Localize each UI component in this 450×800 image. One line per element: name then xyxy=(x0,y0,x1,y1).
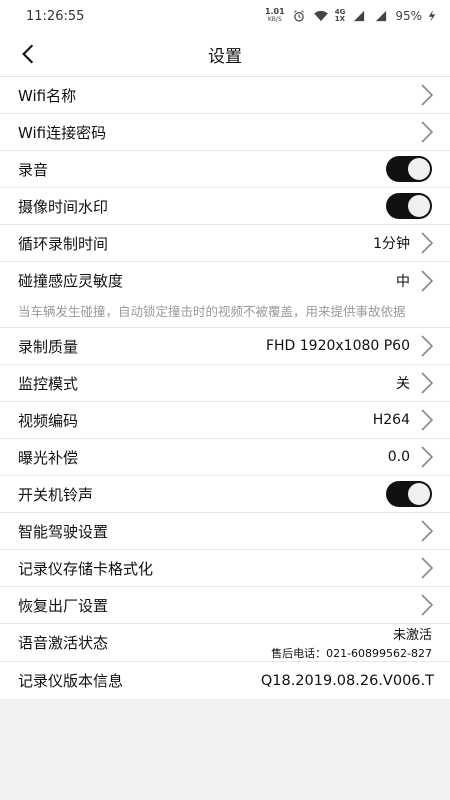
setting-value: FHD 1920x1080 P60 xyxy=(265,338,410,354)
collision-note: 当车辆发生碰撞，自动锁定撞击时的视频不被覆盖，用来提供事故依据 xyxy=(0,299,450,328)
toggle-knob xyxy=(408,158,430,180)
setting-right xyxy=(420,84,434,106)
setting-value: 1分钟 xyxy=(373,236,410,252)
network-speed-unit: KB/S xyxy=(267,16,282,23)
service-phone: 售后电话：021-60899562-827 xyxy=(271,647,432,660)
setting-collision-sensitivity[interactable]: 碰撞感应灵敏度 中 xyxy=(0,262,450,299)
setting-time-watermark: 摄像时间水印 xyxy=(0,188,450,225)
chevron-right-icon xyxy=(421,372,434,394)
chevron-right-icon xyxy=(421,84,434,106)
settings-list: Wifi名称 Wifi连接密码 录音 摄像时间水印 循环录制时间 1分钟 碰撞感… xyxy=(0,77,450,699)
setting-label: 录音 xyxy=(18,160,49,179)
setting-label: 记录仪版本信息 xyxy=(18,672,124,690)
setting-right: FHD 1920x1080 P60 xyxy=(266,335,434,357)
setting-smart-driving[interactable]: 智能驾驶设置 xyxy=(0,513,450,550)
setting-wifi-password[interactable]: Wifi连接密码 xyxy=(0,114,450,151)
setting-label: Wifi连接密码 xyxy=(18,123,107,142)
setting-right xyxy=(420,121,434,143)
status-bar: 11:26:55 1.01 KB/S 4G 1X 95% xyxy=(0,0,450,32)
setting-label: 语音激活状态 xyxy=(18,634,109,652)
setting-right xyxy=(420,557,434,579)
setting-right: 关 xyxy=(396,372,434,394)
setting-label: 开关机铃声 xyxy=(18,485,94,504)
power-sound-toggle[interactable] xyxy=(386,481,432,507)
battery-percent: 95% xyxy=(395,9,422,23)
status-icons: 1.01 KB/S 4G 1X 95% xyxy=(265,8,436,24)
audio-record-toggle[interactable] xyxy=(386,156,432,182)
page-title: 设置 xyxy=(208,46,242,67)
setting-value: 0.0 xyxy=(387,449,410,465)
setting-voice-activation[interactable]: 语音激活状态 未激活 售后电话：021-60899562-827 xyxy=(0,624,450,662)
chevron-right-icon xyxy=(421,335,434,357)
network-type: 4G 1X xyxy=(335,9,346,23)
chevron-right-icon xyxy=(421,232,434,254)
setting-power-sound: 开关机铃声 xyxy=(0,476,450,513)
setting-format-sd[interactable]: 记录仪存储卡格式化 xyxy=(0,550,450,587)
time-watermark-toggle[interactable] xyxy=(386,193,432,219)
setting-label: 智能驾驶设置 xyxy=(18,522,109,541)
setting-label: 碰撞感应灵敏度 xyxy=(18,272,124,290)
cell-signal-icon xyxy=(354,10,365,22)
setting-loop-record[interactable]: 循环录制时间 1分钟 xyxy=(0,225,450,262)
setting-value: H264 xyxy=(372,412,410,428)
alarm-icon xyxy=(293,10,304,22)
setting-label: Wifi名称 xyxy=(18,86,77,105)
setting-label: 摄像时间水印 xyxy=(18,197,109,216)
version-value: Q18.2019.08.26.V006.T xyxy=(260,672,434,689)
setting-right: 中 xyxy=(396,269,434,292)
network-speed: 1.01 KB/S xyxy=(265,8,285,24)
setting-right xyxy=(420,520,434,542)
chevron-right-icon xyxy=(421,520,434,542)
wifi-icon xyxy=(313,10,328,22)
toggle-knob xyxy=(408,195,430,217)
setting-monitor-mode[interactable]: 监控模式 关 xyxy=(0,365,450,402)
setting-video-codec[interactable]: 视频编码 H264 xyxy=(0,402,450,439)
network-speed-value: 1.01 xyxy=(264,7,285,16)
setting-right: H264 xyxy=(373,409,434,431)
setting-label: 曝光补偿 xyxy=(18,448,79,467)
setting-factory-reset[interactable]: 恢复出厂设置 xyxy=(0,587,450,624)
setting-version: 记录仪版本信息 Q18.2019.08.26.V006.T xyxy=(0,662,450,699)
setting-label: 录制质量 xyxy=(18,337,79,356)
chevron-right-icon xyxy=(421,594,434,616)
setting-audio-record: 录音 xyxy=(0,151,450,188)
title-bar: 设置 xyxy=(0,32,450,77)
chevron-right-icon xyxy=(421,409,434,431)
chevron-right-icon xyxy=(421,557,434,579)
status-time: 11:26:55 xyxy=(26,8,85,24)
setting-right: 0.0 xyxy=(388,446,434,468)
setting-value: 关 xyxy=(396,376,410,392)
setting-value: 中 xyxy=(396,273,410,290)
chevron-right-icon xyxy=(421,446,434,468)
charging-icon xyxy=(428,10,436,22)
voice-activation-status: 未激活 xyxy=(392,628,432,643)
back-arrow-icon xyxy=(22,44,34,64)
setting-wifi-name[interactable]: Wifi名称 xyxy=(0,77,450,114)
toggle-knob xyxy=(408,483,430,505)
setting-label: 恢复出厂设置 xyxy=(18,596,109,615)
chevron-right-icon xyxy=(421,269,434,292)
setting-record-quality[interactable]: 录制质量 FHD 1920x1080 P60 xyxy=(0,328,450,365)
setting-exposure[interactable]: 曝光补偿 0.0 xyxy=(0,439,450,476)
setting-label: 监控模式 xyxy=(18,374,79,393)
setting-right: 1分钟 xyxy=(373,232,434,254)
setting-right xyxy=(420,594,434,616)
chevron-right-icon xyxy=(421,121,434,143)
voice-activation-info: 未激活 售后电话：021-60899562-827 xyxy=(271,624,432,661)
setting-label: 循环录制时间 xyxy=(18,234,109,253)
setting-label: 记录仪存储卡格式化 xyxy=(18,559,154,578)
setting-label: 视频编码 xyxy=(18,411,79,430)
back-button[interactable] xyxy=(12,38,44,70)
setting-right: Q18.2019.08.26.V006.T xyxy=(261,673,434,689)
network-type-bottom: 1X xyxy=(334,15,345,23)
cell-signal-2-icon xyxy=(376,10,387,22)
